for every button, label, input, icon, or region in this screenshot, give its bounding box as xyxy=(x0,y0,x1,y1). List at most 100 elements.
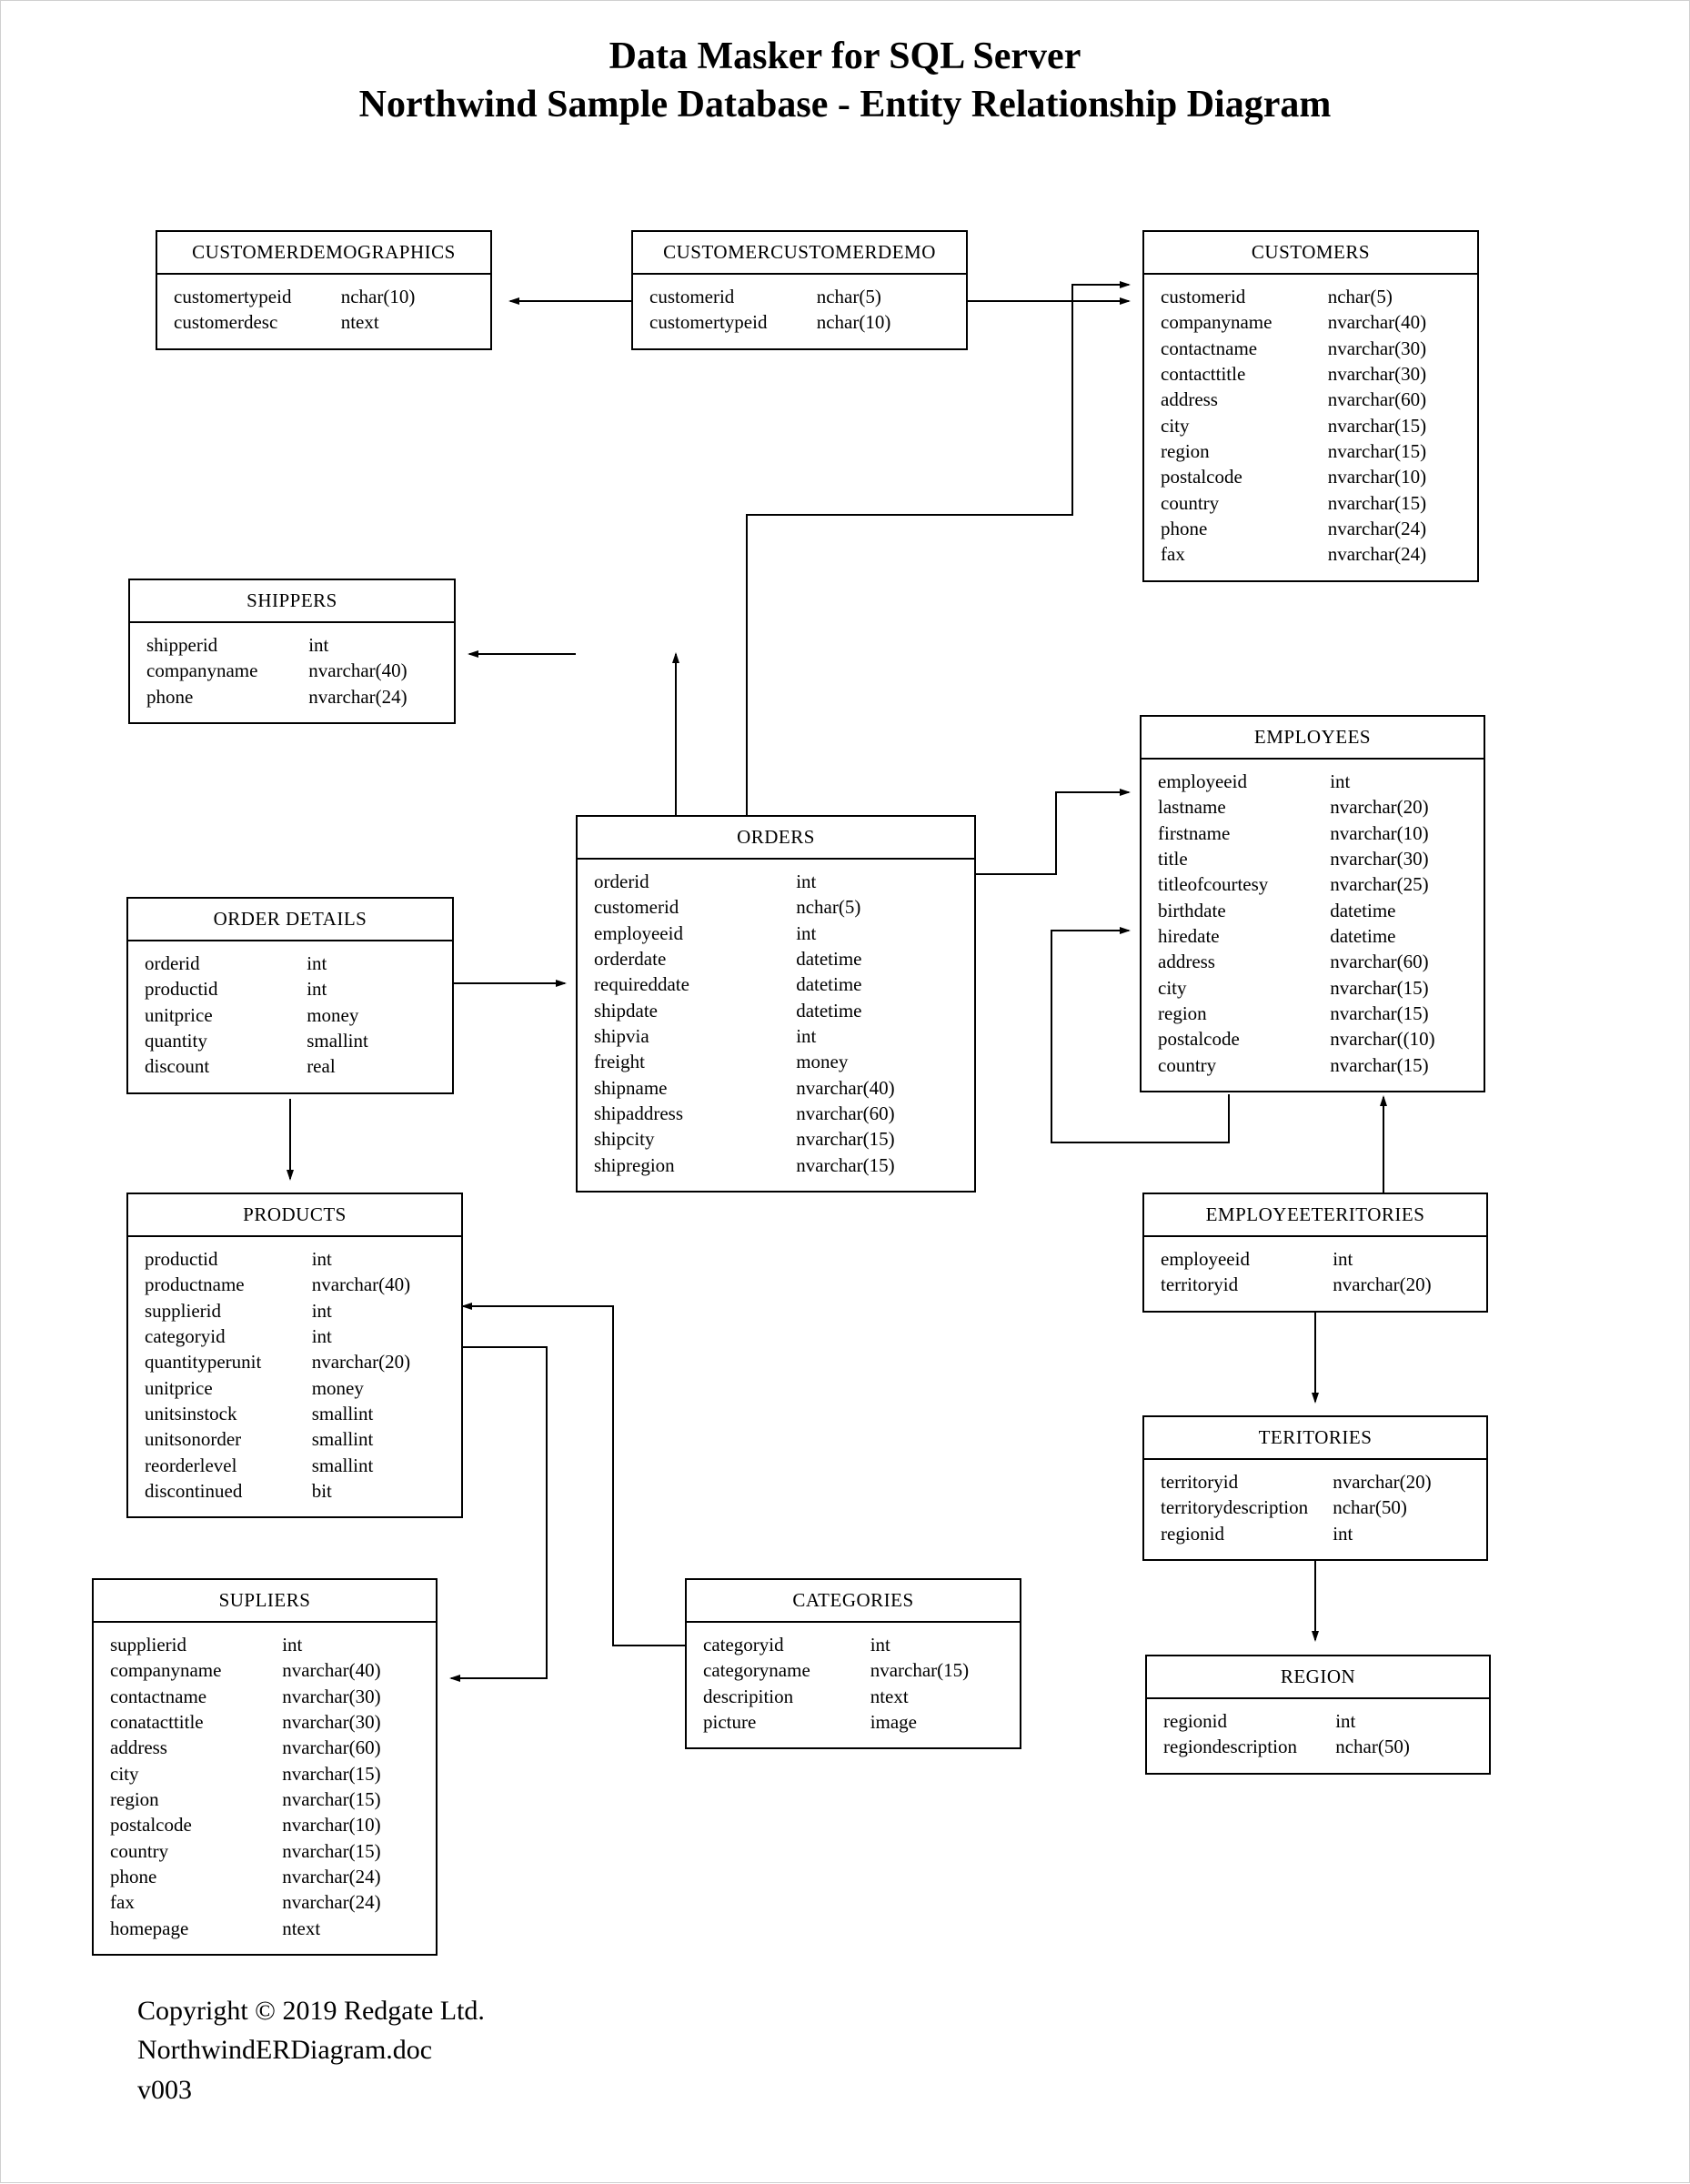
column-name: shipvia xyxy=(594,1023,796,1049)
column-name: customertypeid xyxy=(649,309,817,335)
column-row: shipregionnvarchar(15) xyxy=(594,1152,961,1178)
column-row: faxnvarchar(24) xyxy=(1161,541,1464,567)
entity-header: ORDER DETAILS xyxy=(128,899,452,941)
column-name: homepage xyxy=(110,1916,282,1941)
entity-employees: EMPLOYEESemployeeidintlastnamenvarchar(2… xyxy=(1140,715,1485,1092)
column-name: region xyxy=(1161,438,1328,464)
entity-body: territoryidnvarchar(20)territorydescript… xyxy=(1144,1460,1486,1559)
column-name: companyname xyxy=(110,1657,282,1683)
entity-teritories: TERITORIESterritoryidnvarchar(20)territo… xyxy=(1142,1415,1488,1561)
column-name: city xyxy=(1158,975,1330,1001)
entity-body: orderidintcustomeridnchar(5)employeeidin… xyxy=(578,860,974,1191)
column-row: firstnamenvarchar(10) xyxy=(1158,820,1471,846)
column-type: int xyxy=(1333,1521,1474,1546)
column-name: requireddate xyxy=(594,971,796,997)
column-row: orderdatedatetime xyxy=(594,946,961,971)
column-row: orderidint xyxy=(145,951,439,976)
column-row: phonenvarchar(24) xyxy=(1161,516,1464,541)
column-type: nchar(5) xyxy=(796,894,961,920)
entity-customers: CUSTOMERScustomeridnchar(5)companynamenv… xyxy=(1142,230,1479,582)
entity-header: PRODUCTS xyxy=(128,1194,461,1237)
column-type: datetime xyxy=(796,998,961,1023)
column-name: categoryid xyxy=(703,1632,870,1657)
column-name: customerid xyxy=(649,284,817,309)
column-name: descripition xyxy=(703,1684,870,1709)
footer-copyright: Copyright © 2019 Redgate Ltd. xyxy=(137,1991,485,2031)
column-type: nvarchar(20) xyxy=(1330,794,1471,820)
column-name: customerid xyxy=(594,894,796,920)
column-name: regiondescription xyxy=(1163,1734,1335,1759)
column-name: discount xyxy=(145,1053,307,1079)
entity-header: SUPLIERS xyxy=(94,1580,436,1623)
column-name: firstname xyxy=(1158,820,1330,846)
column-type: nvarchar(40) xyxy=(282,1657,423,1683)
column-name: customerid xyxy=(1161,284,1328,309)
entity-header: CUSTOMERDEMOGRAPHICS xyxy=(157,232,490,275)
column-type: nchar(10) xyxy=(817,309,953,335)
connector-orders-to-customers xyxy=(747,285,1129,815)
column-name: territoryid xyxy=(1161,1272,1333,1297)
column-row: customeridnchar(5) xyxy=(1161,284,1464,309)
column-row: companynamenvarchar(40) xyxy=(110,1657,423,1683)
column-name: regionid xyxy=(1163,1708,1335,1734)
column-row: quantitysmallint xyxy=(145,1028,439,1053)
column-name: unitprice xyxy=(145,1002,307,1028)
column-row: productidint xyxy=(145,1246,448,1272)
column-type: datetime xyxy=(796,946,961,971)
column-row: freightmoney xyxy=(594,1049,961,1074)
entity-orders: ORDERSorderidintcustomeridnchar(5)employ… xyxy=(576,815,976,1193)
entity-body: employeeidintlastnamenvarchar(20)firstna… xyxy=(1142,760,1484,1091)
column-type: int xyxy=(1335,1708,1476,1734)
column-row: requireddatedatetime xyxy=(594,971,961,997)
column-row: descripitionntext xyxy=(703,1684,1007,1709)
column-row: employeeidint xyxy=(1158,769,1471,794)
entity-header: ORDERS xyxy=(578,817,974,860)
entity-products: PRODUCTSproductidintproductnamenvarchar(… xyxy=(126,1193,463,1518)
column-row: shipperidint xyxy=(146,632,441,658)
column-name: companyname xyxy=(1161,309,1328,335)
column-row: countrynvarchar(15) xyxy=(110,1838,423,1864)
column-row: faxnvarchar(24) xyxy=(110,1889,423,1915)
column-type: nvarchar(30) xyxy=(282,1709,423,1735)
column-row: hiredatedatetime xyxy=(1158,923,1471,949)
column-row: regionnvarchar(15) xyxy=(1158,1001,1471,1026)
column-row: customerdescntext xyxy=(174,309,478,335)
column-type: ntext xyxy=(341,309,478,335)
column-type: nvarchar(15) xyxy=(1328,413,1464,438)
column-type: nvarchar(15) xyxy=(1328,490,1464,516)
column-type: nvarchar(40) xyxy=(796,1075,961,1101)
column-name: shipperid xyxy=(146,632,308,658)
column-type: nvarchar(15) xyxy=(1328,438,1464,464)
entity-orderdetails: ORDER DETAILSorderidintproductidintunitp… xyxy=(126,897,454,1094)
column-row: customertypeidnchar(10) xyxy=(174,284,478,309)
column-name: address xyxy=(1161,387,1328,412)
column-row: unitpricemoney xyxy=(145,1375,448,1401)
column-type: int xyxy=(312,1323,448,1349)
column-row: territoryidnvarchar(20) xyxy=(1161,1469,1474,1495)
entity-body: orderidintproductidintunitpricemoneyquan… xyxy=(128,941,452,1092)
column-type: nvarchar(20) xyxy=(1333,1469,1474,1495)
column-row: categoryidint xyxy=(703,1632,1007,1657)
column-type: nvarchar(10) xyxy=(1330,820,1471,846)
column-type: int xyxy=(308,632,441,658)
column-row: customeridnchar(5) xyxy=(649,284,953,309)
entity-header: CUSTOMERS xyxy=(1144,232,1477,275)
column-name: address xyxy=(1158,949,1330,974)
column-type: nvarchar(40) xyxy=(1328,309,1464,335)
column-row: citynvarchar(15) xyxy=(1161,413,1464,438)
column-type: nchar(10) xyxy=(341,284,478,309)
column-name: freight xyxy=(594,1049,796,1074)
column-name: quantity xyxy=(145,1028,307,1053)
column-name: region xyxy=(1158,1001,1330,1026)
column-row: regiondescriptionnchar(50) xyxy=(1163,1734,1476,1759)
column-row: employeeidint xyxy=(1161,1246,1474,1272)
column-name: titleofcourtesy xyxy=(1158,871,1330,897)
column-row: addressnvarchar(60) xyxy=(1161,387,1464,412)
column-row: homepagentext xyxy=(110,1916,423,1941)
column-name: territorydescription xyxy=(1161,1495,1333,1520)
entity-body: regionidintregiondescriptionnchar(50) xyxy=(1147,1699,1489,1773)
column-row: supplieridint xyxy=(145,1298,448,1323)
column-name: phone xyxy=(110,1864,282,1889)
column-type: nvarchar(15) xyxy=(796,1126,961,1152)
entity-body: shipperidintcompanynamenvarchar(40)phone… xyxy=(130,623,454,722)
